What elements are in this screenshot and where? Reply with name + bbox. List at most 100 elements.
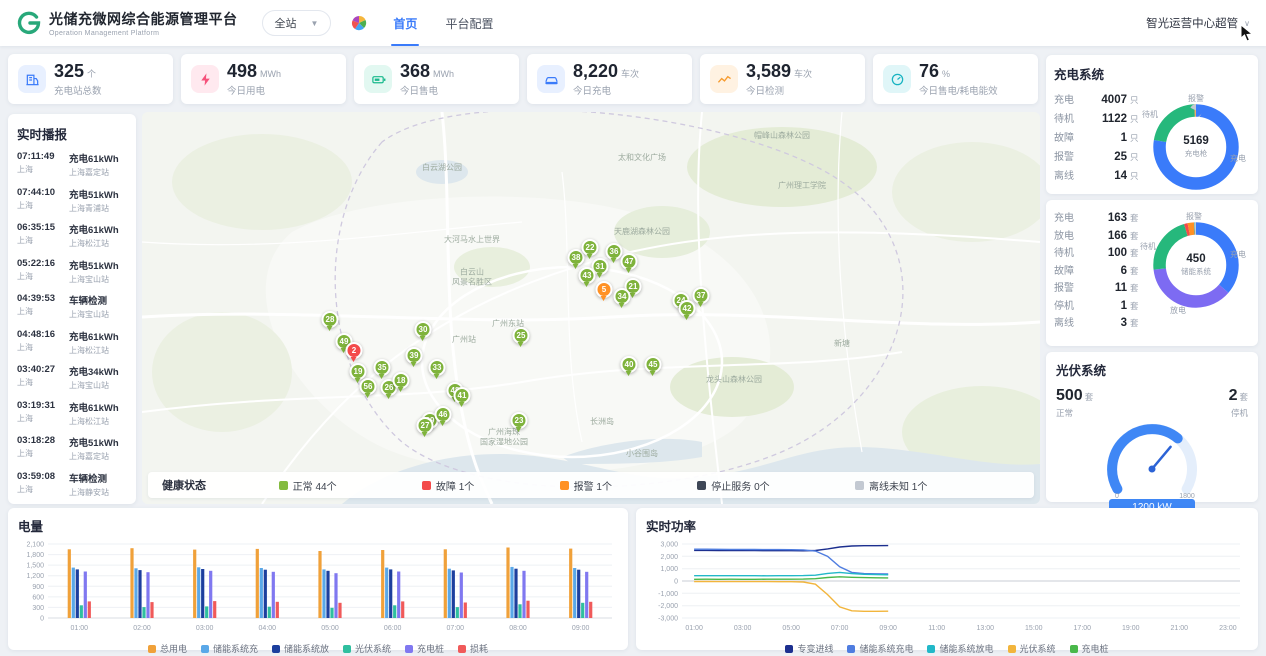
chart-legend-item[interactable]: 专变进线 (785, 642, 833, 655)
station-marker[interactable]: 27 (417, 417, 434, 434)
health-legend-item[interactable]: 离线未知 1个 (855, 478, 927, 493)
chart-legend-item[interactable]: 充电桩 (1070, 642, 1109, 655)
svg-text:13:00: 13:00 (977, 625, 995, 632)
health-legend-item[interactable]: 报警 1个 (560, 478, 612, 493)
broadcast-item[interactable]: 07:11:49 上海 充电61kWh 上海嘉定站 (17, 151, 127, 178)
series-color-swatch (1008, 645, 1016, 653)
tab-platform-config[interactable]: 平台配置 (431, 0, 507, 46)
svg-text:05:00: 05:00 (782, 625, 800, 632)
kpi-row: 325个 充电站总数 498MWh 今日用电 368MWh 今日售电 8,220… (8, 54, 1038, 104)
chart-legend-item[interactable]: 光伏系统 (1008, 642, 1056, 655)
broadcast-item[interactable]: 07:44:10 上海 充电51kWh 上海青浦站 (17, 187, 127, 214)
system-stat-row: 离线14只 (1054, 167, 1142, 186)
station-marker[interactable]: 39 (406, 347, 423, 364)
broadcast-item[interactable]: 05:22:16 上海 充电51kWh 上海宝山站 (17, 258, 127, 285)
broadcast-item[interactable]: 04:48:16 上海 充电61kWh 上海松江站 (17, 329, 127, 356)
broadcast-station: 上海嘉定站 (69, 451, 119, 462)
station-marker[interactable]: 47 (621, 253, 638, 270)
station-marker[interactable]: 34 (614, 288, 631, 305)
map-canvas[interactable] (142, 112, 1040, 504)
chart-legend-item[interactable]: 储能系统放 (272, 642, 329, 655)
broadcast-time: 03:18:28 (17, 435, 63, 446)
user-menu[interactable]: 智光运营中心超管 ∨ (1146, 15, 1250, 31)
station-marker[interactable]: 43 (579, 267, 596, 284)
kpi-value: 325个 (54, 62, 102, 80)
broadcast-station: 上海青浦站 (69, 203, 119, 214)
chart-legend-item[interactable]: 总用电 (148, 642, 187, 655)
station-marker[interactable]: 56 (360, 378, 377, 395)
broadcast-station: 上海松江站 (69, 345, 119, 356)
map-place-label: 广州站 (452, 335, 476, 345)
status-color-swatch (855, 481, 864, 490)
health-status-bar: 健康状态 正常 44个故障 1个报警 1个停止服务 0个离线未知 1个 (148, 472, 1034, 498)
health-legend-item[interactable]: 正常 44个 (279, 478, 337, 493)
station-marker[interactable]: 19 (350, 363, 367, 380)
chart-legend-item[interactable]: 储能系统充 (201, 642, 258, 655)
tab-home[interactable]: 首页 (379, 0, 431, 46)
broadcast-station: 上海松江站 (69, 238, 119, 249)
donut-label: 待机 (1142, 109, 1158, 120)
station-marker[interactable]: 41 (454, 387, 471, 404)
broadcast-list[interactable]: 07:11:49 上海 充电61kWh 上海嘉定站 07:44:10 上海 充电5… (17, 151, 127, 504)
map-place-label: 大河马水上世界 (444, 235, 500, 245)
station-select[interactable]: 全站 ▼ (262, 10, 332, 36)
energy-chart-title: 电量 (18, 516, 618, 535)
station-marker[interactable]: 35 (374, 359, 391, 376)
chart-legend-item[interactable]: 储能系统放电 (927, 642, 993, 655)
station-marker[interactable]: 36 (606, 243, 623, 260)
svg-text:1,500: 1,500 (26, 563, 44, 570)
energy-chart-legend: 总用电 储能系统充 储能系统放 光伏系统 充电桩 损耗 (18, 642, 618, 655)
svg-text:1,200: 1,200 (26, 573, 44, 580)
health-legend-item[interactable]: 故障 1个 (422, 478, 474, 493)
energy-bar-chart: 03006009001,2001,5001,8002,10001:0002:00… (18, 538, 618, 638)
station-marker[interactable]: 45 (645, 356, 662, 373)
broadcast-item[interactable]: 03:59:08 上海 车辆检测 上海静安站 (17, 471, 127, 498)
broadcast-item[interactable]: 04:39:53 上海 车辆检测 上海宝山站 (17, 293, 127, 320)
station-marker[interactable]: 30 (415, 321, 432, 338)
map-place-label: 小谷围岛 (626, 449, 658, 459)
broadcast-item[interactable]: 06:35:15 上海 充电61kWh 上海松江站 (17, 222, 127, 249)
station-marker[interactable]: 18 (393, 372, 410, 389)
broadcast-item[interactable]: 03:19:31 上海 充电61kWh 上海松江站 (17, 400, 127, 427)
broadcast-region: 上海 (17, 484, 63, 495)
broadcast-item[interactable]: 03:18:28 上海 充电51kWh 上海嘉定站 (17, 435, 127, 462)
svg-text:300: 300 (32, 605, 44, 612)
map-panel[interactable]: 太和文化广场帽峰山森林公园广州理工学院白云湖公园大河马水上世界天鹿湖森林公园白云… (142, 112, 1040, 504)
station-marker[interactable]: 22 (582, 239, 599, 256)
station-marker[interactable]: 2 (346, 342, 363, 359)
station-marker[interactable]: 5 (596, 281, 613, 298)
station-marker[interactable]: 40 (621, 356, 638, 373)
svg-text:23:00: 23:00 (1219, 625, 1237, 632)
station-marker[interactable]: 25 (513, 327, 530, 344)
svg-text:600: 600 (32, 594, 44, 601)
broadcast-event: 充电51kWh (69, 435, 119, 449)
broadcast-station: 上海宝山站 (69, 309, 109, 320)
svg-text:09:00: 09:00 (572, 625, 590, 632)
station-marker[interactable]: 46 (435, 406, 452, 423)
sell-icon (364, 65, 392, 93)
chart-legend-item[interactable]: 储能系统充电 (847, 642, 913, 655)
broadcast-event: 充电51kWh (69, 258, 119, 272)
map-place-label: 新塘 (834, 339, 850, 349)
station-marker[interactable]: 42 (679, 300, 696, 317)
svg-text:3,000: 3,000 (660, 542, 678, 549)
station-marker[interactable]: 23 (511, 412, 528, 429)
station-marker[interactable]: 33 (429, 359, 446, 376)
main-tabs: 首页 平台配置 (379, 0, 507, 46)
charging-donut-chart: 5169 充电枪 待机报警充电 (1142, 95, 1250, 199)
kpi-card: 325个 充电站总数 (8, 54, 173, 104)
system-stat-row: 待机100套 (1054, 244, 1142, 262)
kpi-label: 充电站总数 (54, 83, 102, 97)
chart-legend-item[interactable]: 充电桩 (405, 642, 444, 655)
chart-legend-item[interactable]: 损耗 (458, 642, 488, 655)
broadcast-time: 07:11:49 (17, 151, 63, 162)
broadcast-event: 充电34kWh (69, 364, 119, 378)
health-legend-item[interactable]: 停止服务 0个 (697, 478, 769, 493)
svg-text:07:00: 07:00 (447, 625, 465, 632)
broadcast-item[interactable]: 03:40:27 上海 充电34kWh 上海宝山站 (17, 364, 127, 391)
broadcast-region: 上海 (17, 235, 63, 246)
logo-icon (16, 10, 42, 36)
station-marker[interactable]: 28 (322, 311, 339, 328)
station-marker[interactable]: 37 (693, 287, 710, 304)
chart-legend-item[interactable]: 光伏系统 (343, 642, 391, 655)
